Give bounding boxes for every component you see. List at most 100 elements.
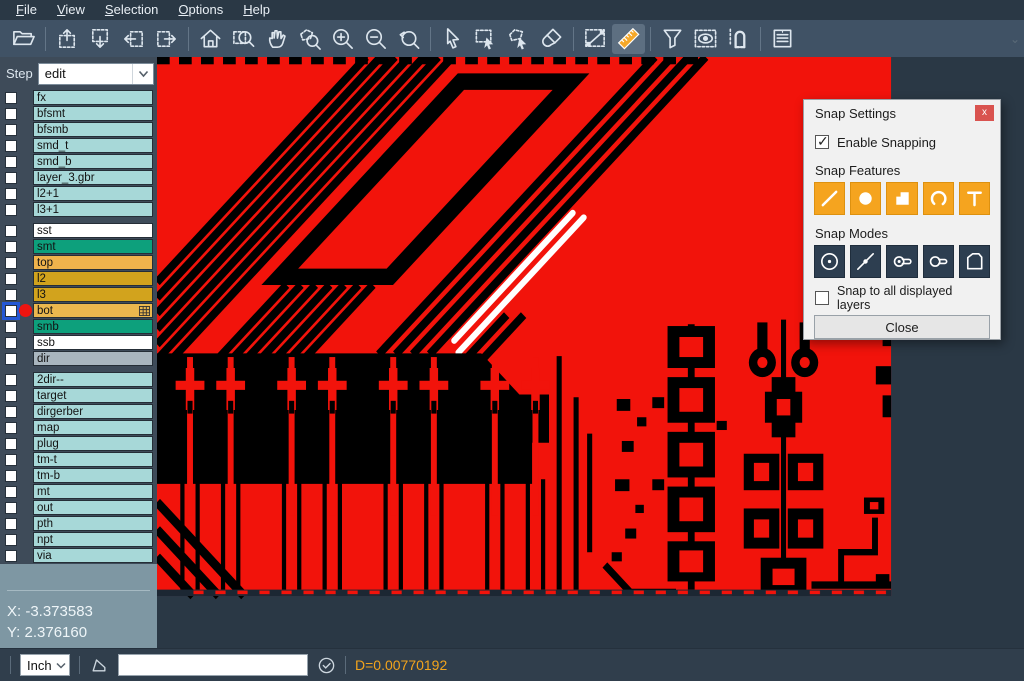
zoom-home-button[interactable] (194, 24, 227, 54)
pan-tool-button[interactable] (260, 24, 293, 54)
layer-row-dir[interactable]: dir (0, 351, 157, 366)
layer-name[interactable]: tm-t (33, 452, 153, 467)
layer-name[interactable]: bfsmb (33, 122, 153, 137)
layer-row-smd_t[interactable]: smd_t (0, 138, 157, 153)
snap-feature-pad-button[interactable] (850, 182, 881, 215)
layer-row-map[interactable]: map (0, 420, 157, 435)
snap-mode-slot-outline-button[interactable] (923, 245, 954, 278)
layer-visibility-checkbox[interactable] (5, 204, 17, 216)
layer-visibility-checkbox[interactable] (5, 486, 17, 498)
layer-row-mt[interactable]: mt (0, 484, 157, 499)
layer-visibility-checkbox[interactable] (5, 502, 17, 514)
layer-name[interactable]: ssb (33, 335, 153, 350)
layer-name[interactable]: smd_t (33, 138, 153, 153)
layer-visibility-checkbox[interactable] (5, 518, 17, 530)
layer-visibility-checkbox[interactable] (5, 321, 17, 333)
dialog-close-icon[interactable]: x (975, 105, 994, 121)
layer-name[interactable]: tm-b (33, 468, 153, 483)
layer-name[interactable]: plug (33, 436, 153, 451)
layer-name[interactable]: 2dir-- (33, 372, 153, 387)
layer-name[interactable]: smd_b (33, 154, 153, 169)
layer-name[interactable]: pth (33, 516, 153, 531)
layer-name[interactable]: npt (33, 532, 153, 547)
zoom-in-button[interactable] (326, 24, 359, 54)
layer-row-2dir--[interactable]: 2dir-- (0, 372, 157, 387)
view-options-button[interactable] (689, 24, 722, 54)
zoom-window-button[interactable] (227, 24, 260, 54)
import-up-button[interactable] (51, 24, 84, 54)
layer-name[interactable]: smt (33, 239, 153, 254)
layer-row-dirgerber[interactable]: dirgerber (0, 404, 157, 419)
layer-row-sst[interactable]: sst (0, 223, 157, 238)
snap-mode-pad-slot-button[interactable] (886, 245, 917, 278)
layer-row-npt[interactable]: npt (0, 532, 157, 547)
layer-name[interactable]: target (33, 388, 153, 403)
layers-form-button[interactable] (766, 24, 799, 54)
zoom-previous-button[interactable] (392, 24, 425, 54)
menu-selection[interactable]: Selection (95, 0, 168, 20)
layer-name[interactable]: dir (33, 351, 153, 366)
snap-mode-line-point-button[interactable] (850, 245, 881, 278)
layer-visibility-checkbox[interactable] (5, 550, 17, 562)
layer-row-l2[interactable]: l2 (0, 271, 157, 286)
layer-row-layer_3.gbr[interactable]: layer_3.gbr (0, 170, 157, 185)
layer-row-l3+1[interactable]: l3+1 (0, 202, 157, 217)
layer-visibility-checkbox[interactable] (5, 140, 17, 152)
select-polygon-button[interactable] (502, 24, 535, 54)
layer-name[interactable]: l2 (33, 271, 153, 286)
layer-visibility-checkbox[interactable] (5, 374, 17, 386)
layer-visibility-checkbox[interactable] (5, 406, 17, 418)
layer-row-plug[interactable]: plug (0, 436, 157, 451)
layer-row-bfsmb[interactable]: bfsmb (0, 122, 157, 137)
layer-name[interactable]: l3 (33, 287, 153, 302)
measure-ruler-button[interactable] (612, 24, 645, 54)
layer-name[interactable]: bot (33, 303, 153, 318)
layer-row-smd_b[interactable]: smd_b (0, 154, 157, 169)
layer-name[interactable]: bfsmt (33, 106, 153, 121)
layer-name[interactable]: map (33, 420, 153, 435)
enable-snapping-checkbox[interactable] (815, 135, 829, 149)
layer-row-out[interactable]: out (0, 500, 157, 515)
layer-row-target[interactable]: target (0, 388, 157, 403)
select-cursor-button[interactable] (436, 24, 469, 54)
layer-row-tm-t[interactable]: tm-t (0, 452, 157, 467)
layer-visibility-checkbox[interactable] (5, 470, 17, 482)
layer-row-ssb[interactable]: ssb (0, 335, 157, 350)
snap-button[interactable] (722, 24, 755, 54)
layer-visibility-checkbox[interactable] (5, 156, 17, 168)
menu-help[interactable]: Help (233, 0, 280, 20)
snap-feature-surface-button[interactable] (886, 182, 917, 215)
apply-refresh-icon[interactable] (317, 656, 336, 675)
layer-name[interactable]: l3+1 (33, 202, 153, 217)
snap-feature-text-button[interactable] (959, 182, 990, 215)
layer-visibility-checkbox[interactable] (5, 390, 17, 402)
layer-name[interactable]: layer_3.gbr (33, 170, 153, 185)
layer-row-top[interactable]: top (0, 255, 157, 270)
layer-visibility-checkbox[interactable] (5, 305, 17, 317)
layer-name[interactable]: l2+1 (33, 186, 153, 201)
snap-mode-contour-button[interactable] (959, 245, 990, 278)
import-left-button[interactable] (117, 24, 150, 54)
layer-row-tm-b[interactable]: tm-b (0, 468, 157, 483)
layer-visibility-checkbox[interactable] (5, 353, 17, 365)
snap-feature-line-button[interactable] (814, 182, 845, 215)
zoom-out-button[interactable] (359, 24, 392, 54)
open-project-button[interactable] (7, 24, 40, 54)
unit-select[interactable]: Inch (20, 654, 70, 676)
menu-options[interactable]: Options (168, 0, 233, 20)
layer-name[interactable]: top (33, 255, 153, 270)
layer-visibility-checkbox[interactable] (5, 124, 17, 136)
layer-grid-icon[interactable] (139, 306, 150, 316)
layer-visibility-checkbox[interactable] (5, 225, 17, 237)
import-right-button[interactable] (150, 24, 183, 54)
zoom-polygon-button[interactable] (293, 24, 326, 54)
layer-visibility-checkbox[interactable] (5, 337, 17, 349)
layer-name[interactable]: out (33, 500, 153, 515)
menu-view[interactable]: View (47, 0, 95, 20)
menu-file[interactable]: File (6, 0, 47, 20)
layer-visibility-checkbox[interactable] (5, 273, 17, 285)
layer-row-pth[interactable]: pth (0, 516, 157, 531)
layer-name[interactable]: sst (33, 223, 153, 238)
measure-line-button[interactable] (579, 24, 612, 54)
import-down-button[interactable] (84, 24, 117, 54)
